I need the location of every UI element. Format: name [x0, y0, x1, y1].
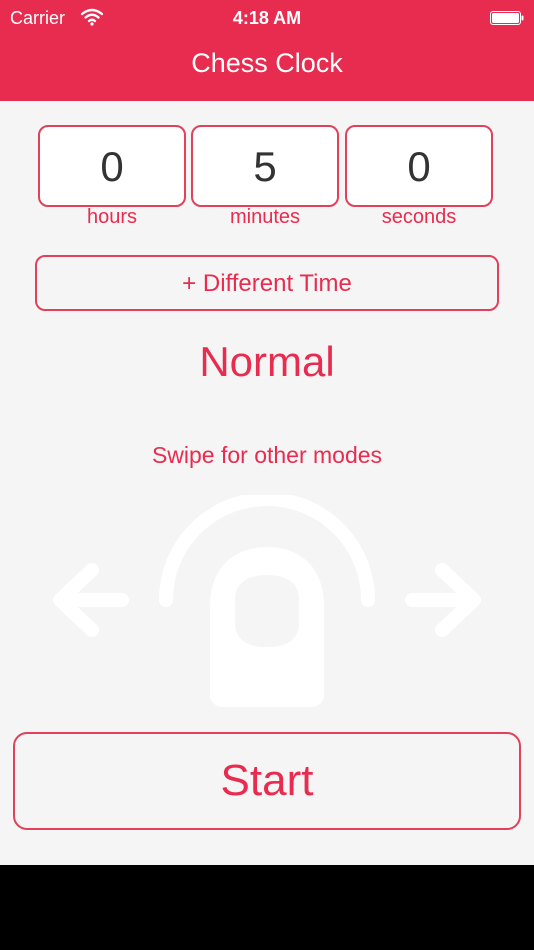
- header-bar: Carrier 4:18 AM Chess Clock: [0, 0, 534, 101]
- start-button[interactable]: Start: [13, 732, 521, 830]
- hours-label: hours: [86, 206, 138, 228]
- arrow-left-icon: [53, 563, 129, 637]
- chess-clock-screen: Carrier 4:18 AM Chess Clock 0 hours 5 mi…: [0, 0, 534, 865]
- arrow-right-icon: [405, 563, 481, 637]
- battery-icon: [490, 11, 524, 25]
- page-title: Chess Clock: [191, 48, 343, 78]
- swipe-hint: Swipe for other modes: [151, 442, 383, 468]
- hours-field[interactable]: 0: [38, 125, 186, 207]
- minutes-field[interactable]: 5: [191, 125, 339, 207]
- seconds-label: seconds: [381, 206, 457, 228]
- swipe-gesture-icon[interactable]: [50, 495, 484, 710]
- mode-name: Normal: [199, 338, 335, 385]
- different-time-button[interactable]: + Different Time: [35, 255, 499, 311]
- fingernail-icon: [235, 575, 299, 647]
- minutes-label: minutes: [229, 206, 301, 228]
- status-time: 4:18 AM: [232, 8, 302, 28]
- seconds-field[interactable]: 0: [345, 125, 493, 207]
